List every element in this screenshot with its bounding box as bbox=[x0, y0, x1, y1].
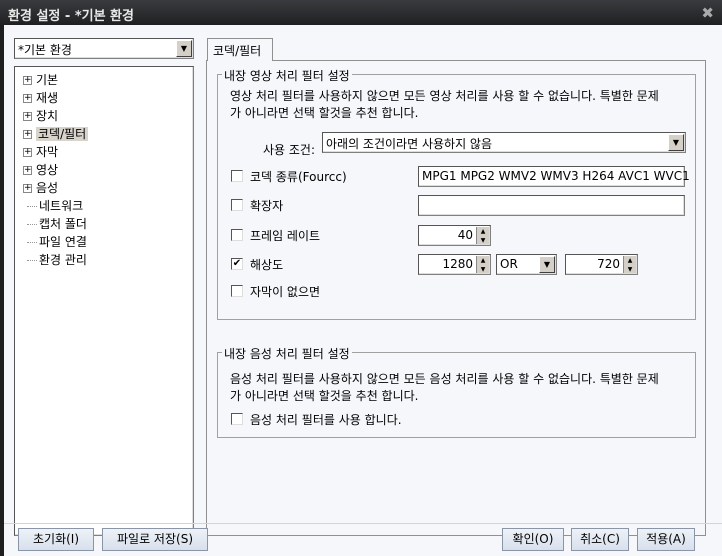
expand-plus-icon[interactable]: + bbox=[23, 130, 32, 139]
height-spinner[interactable]: 720 ▲ ▼ bbox=[565, 254, 638, 275]
tree-item-label: 재생 bbox=[36, 91, 59, 105]
audio-filter-group: 내장 음성 처리 필터 설정 음성 처리 필터를 사용하지 않으면 모든 음성 … bbox=[217, 345, 696, 438]
tree-item-label: 영상 bbox=[36, 163, 59, 177]
operator-combo[interactable]: OR ▼ bbox=[496, 254, 557, 275]
expand-plus-icon[interactable]: + bbox=[23, 166, 32, 175]
tree-item-label: 자막 bbox=[36, 145, 59, 159]
window-title: 환경 설정 - *기본 환경 bbox=[8, 9, 134, 24]
chevron-down-icon[interactable]: ▼ bbox=[176, 40, 192, 57]
expand-plus-icon[interactable]: + bbox=[23, 148, 32, 157]
tree-line-icon bbox=[27, 224, 37, 225]
condition-value: 아래의 조건이라면 사용하지 않음 bbox=[326, 137, 493, 151]
framerate-value: 40 bbox=[457, 228, 473, 242]
tree-line-icon bbox=[27, 206, 37, 207]
group-title: 내장 음성 처리 필터 설정 bbox=[222, 345, 352, 362]
tree-item-label: 캡처 폴더 bbox=[39, 217, 87, 231]
tree-item[interactable]: 파일 연결 bbox=[23, 233, 87, 250]
width-value: 1280 bbox=[442, 257, 473, 271]
tab-panel: 내장 영상 처리 필터 설정 영상 처리 필터를 사용하지 않으면 모든 영상 … bbox=[206, 60, 706, 536]
width-spinner[interactable]: 1280 ▲ ▼ bbox=[418, 254, 491, 275]
tree-item-label: 코덱/필터 bbox=[36, 127, 89, 141]
title-bar: 환경 설정 - *기본 환경 bbox=[0, 0, 722, 25]
tree-item-label: 기본 bbox=[36, 73, 59, 87]
dialog-body: *기본 환경 ▼ + 기본 + 재생 + 장치 + 코덱/필터 + 자막 + 영상 + 음성네트워크캡처 … bbox=[4, 25, 722, 556]
ok-button[interactable]: 확인(O) bbox=[502, 528, 564, 551]
spin-arrows-icon[interactable]: ▲ ▼ bbox=[623, 256, 636, 273]
extension-input[interactable] bbox=[418, 195, 685, 216]
profile-combo-value: *기본 환경 bbox=[18, 43, 72, 57]
extension-checkbox[interactable] bbox=[231, 199, 243, 211]
no-subtitle-label: 자막이 없으면 bbox=[250, 285, 321, 299]
divider bbox=[4, 523, 722, 524]
expand-plus-icon[interactable]: + bbox=[23, 184, 32, 193]
tree-line-icon bbox=[27, 242, 37, 243]
audio-filter-label: 음성 처리 필터를 사용 합니다. bbox=[250, 413, 402, 427]
spin-arrows-icon[interactable]: ▲ ▼ bbox=[476, 227, 489, 244]
save-to-file-button[interactable]: 파일로 저장(S) bbox=[102, 528, 208, 551]
codec-label: 코덱 종류(Fourcc) bbox=[250, 170, 347, 184]
tree-item[interactable]: 환경 관리 bbox=[23, 251, 87, 268]
tree-item[interactable]: + 음성 bbox=[23, 179, 58, 196]
expand-plus-icon[interactable]: + bbox=[23, 94, 32, 103]
condition-combo[interactable]: 아래의 조건이라면 사용하지 않음 ▼ bbox=[322, 132, 686, 153]
resolution-label: 해상도 bbox=[250, 258, 284, 272]
description: 영상 처리 필터를 사용하지 않으면 모든 영상 처리를 사용 할 수 없습니다… bbox=[230, 89, 659, 103]
height-value: 720 bbox=[597, 257, 620, 271]
tree-line-icon bbox=[27, 260, 37, 261]
chevron-down-icon[interactable]: ▼ bbox=[539, 256, 555, 273]
operator-value: OR bbox=[500, 257, 518, 271]
tree-item[interactable]: + 자막 bbox=[23, 143, 58, 160]
tab-label: 코덱/필터 bbox=[213, 44, 262, 58]
codec-input[interactable]: MPG1 MPG2 WMV2 WMV3 H264 AVC1 WVC1 bbox=[418, 166, 690, 187]
resolution-checkbox[interactable]: ✔ bbox=[231, 258, 243, 270]
codec-value: MPG1 MPG2 WMV2 WMV3 H264 AVC1 WVC1 bbox=[422, 169, 690, 183]
description: 가 아니라면 선택 할것을 추천 합니다. bbox=[230, 106, 419, 120]
tree-item[interactable]: + 영상 bbox=[23, 161, 58, 178]
audio-filter-checkbox[interactable] bbox=[231, 413, 243, 425]
expand-plus-icon[interactable]: + bbox=[23, 76, 32, 85]
close-icon[interactable]: ✖ bbox=[701, 4, 714, 22]
description: 가 아니라면 선택 할것을 추천 합니다. bbox=[230, 389, 419, 403]
framerate-label: 프레임 레이트 bbox=[250, 229, 321, 243]
tree-item-label: 파일 연결 bbox=[39, 235, 87, 249]
extension-label: 확장자 bbox=[250, 199, 284, 213]
tree-item-label: 네트워크 bbox=[39, 199, 84, 213]
description: 음성 처리 필터를 사용하지 않으면 모든 음성 처리를 사용 할 수 없습니다… bbox=[230, 372, 659, 386]
tree-item[interactable]: + 장치 bbox=[23, 107, 58, 124]
cancel-button[interactable]: 취소(C) bbox=[571, 528, 629, 551]
reset-button[interactable]: 초기화(I) bbox=[18, 528, 94, 551]
no-subtitle-checkbox[interactable] bbox=[231, 285, 243, 297]
tab-codec-filter[interactable]: 코덱/필터 bbox=[207, 38, 273, 61]
condition-label: 사용 조건: bbox=[263, 143, 316, 157]
tree-item[interactable]: + 코덱/필터 bbox=[23, 125, 89, 142]
settings-tree[interactable]: + 기본 + 재생 + 장치 + 코덱/필터 + 자막 + 영상 + 음성네트워크캡처 폴더파일 연결환경… bbox=[14, 66, 194, 536]
apply-button[interactable]: 적용(A) bbox=[637, 528, 695, 551]
spin-arrows-icon[interactable]: ▲ ▼ bbox=[476, 256, 489, 273]
codec-checkbox[interactable] bbox=[231, 170, 243, 182]
tree-item[interactable]: 캡처 폴더 bbox=[23, 215, 87, 232]
tree-item[interactable]: + 기본 bbox=[23, 71, 58, 88]
chevron-down-icon[interactable]: ▼ bbox=[668, 134, 684, 151]
tree-item-label: 장치 bbox=[36, 109, 59, 123]
tree-item[interactable]: + 재생 bbox=[23, 89, 58, 106]
framerate-spinner[interactable]: 40 ▲ ▼ bbox=[418, 225, 491, 246]
tree-item-label: 환경 관리 bbox=[39, 253, 87, 267]
video-filter-group: 내장 영상 처리 필터 설정 영상 처리 필터를 사용하지 않으면 모든 영상 … bbox=[217, 67, 696, 320]
tree-item[interactable]: 네트워크 bbox=[23, 197, 83, 214]
profile-combo[interactable]: *기본 환경 ▼ bbox=[14, 38, 194, 59]
framerate-checkbox[interactable] bbox=[231, 229, 243, 241]
group-title: 내장 영상 처리 필터 설정 bbox=[222, 67, 352, 84]
tree-item-label: 음성 bbox=[36, 181, 59, 195]
expand-plus-icon[interactable]: + bbox=[23, 112, 32, 121]
